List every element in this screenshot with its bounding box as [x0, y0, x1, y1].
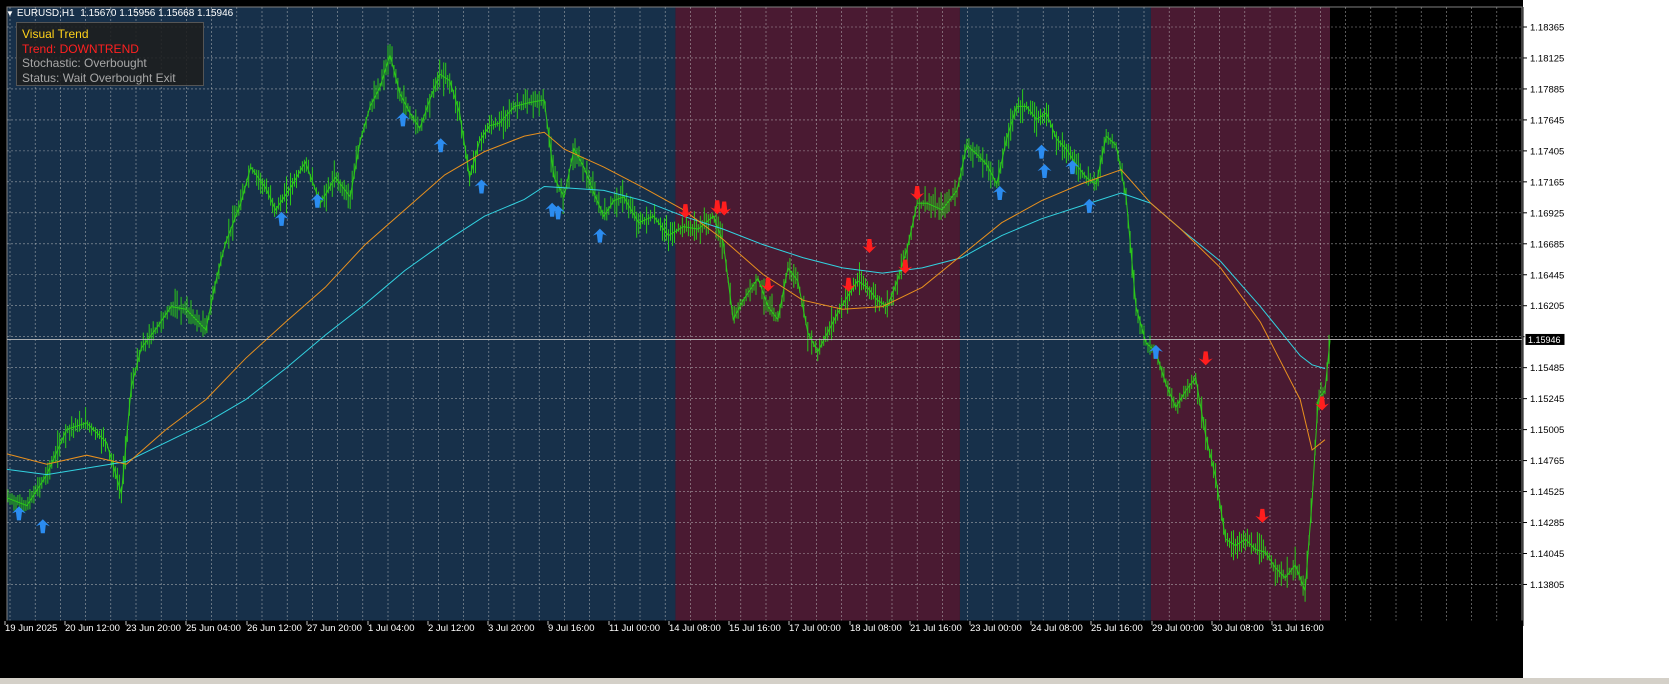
price-tick-label: 1.14045 — [1530, 549, 1564, 560]
price-tick-label: 1.15005 — [1530, 425, 1564, 436]
stochastic-status: Stochastic: Overbought — [22, 56, 147, 70]
time-tick-label: 24 Jul 08:00 — [1031, 623, 1083, 634]
window-bottom-strip — [0, 678, 1669, 684]
time-tick-label: 2 Jul 12:00 — [428, 623, 474, 634]
time-tick-label: 3 Jul 20:00 — [488, 623, 534, 634]
time-tick-label: 11 Jul 00:00 — [609, 623, 660, 634]
price-tick-label: 1.14765 — [1530, 456, 1564, 467]
price-tick-label: 1.17405 — [1530, 146, 1564, 157]
price-tick-label: 1.14285 — [1530, 518, 1564, 529]
time-tick-label: 30 Jul 08:00 — [1212, 623, 1264, 634]
price-tick-label: 1.17645 — [1530, 115, 1564, 126]
time-tick-label: 27 Jun 20:00 — [307, 623, 362, 634]
current-price-label: 1.15946 — [1528, 335, 1561, 345]
price-tick-label: 1.16205 — [1530, 301, 1564, 312]
time-tick-label: 31 Jul 16:00 — [1272, 623, 1324, 634]
ohlc-readout: 1.15670 1.15956 1.15668 1.15946 — [80, 8, 234, 19]
chart-window[interactable]: 1.18365 1.18125 1.17885 1.17645 1.17405 1.171… — [0, 0, 1669, 684]
trend-status: Trend: DOWNTREND — [22, 41, 139, 56]
time-tick-label: 21 Jul 16:00 — [910, 623, 962, 634]
price-tick-label: 1.16445 — [1530, 270, 1564, 281]
time-tick-label: 15 Jul 16:00 — [729, 623, 781, 634]
price-tick-label: 1.18125 — [1530, 53, 1564, 64]
price-axis: 1.18365 1.18125 1.17885 1.17645 1.17405 1.171… — [1522, 0, 1669, 678]
time-tick-label: 26 Jun 12:00 — [247, 623, 302, 634]
price-tick-label: 1.15245 — [1530, 394, 1564, 405]
price-tick-label: 1.16685 — [1530, 239, 1564, 250]
trend-zone-up — [7, 7, 676, 621]
panel-title: Visual Trend — [22, 27, 89, 41]
time-tick-label: 23 Jun 20:00 — [126, 623, 181, 634]
price-tick-label: 1.13805 — [1530, 580, 1564, 591]
time-tick-label: 1 Jul 04:00 — [368, 623, 414, 634]
time-tick-label: 25 Jun 04:00 — [186, 623, 241, 634]
trend-zone-up — [959, 7, 1151, 621]
price-tick-label: 1.17885 — [1530, 84, 1564, 95]
time-tick-label: 14 Jul 08:00 — [669, 623, 721, 634]
price-tick-label: 1.16925 — [1530, 208, 1564, 219]
time-tick-label: 23 Jul 00:00 — [970, 623, 1022, 634]
symbol-header: ▼ EURUSD,H1 1.15670 1.15956 1.15668 1.159… — [6, 8, 233, 19]
time-tick-label: 17 Jul 00:00 — [789, 623, 841, 634]
visual-trend-panel: Visual Trend Trend: DOWNTREND Stochastic… — [16, 22, 204, 86]
signal-status: Status: Wait Overbought Exit — [22, 70, 176, 85]
time-tick-label: 18 Jul 08:00 — [850, 623, 902, 634]
collapse-triangle-icon[interactable]: ▼ — [6, 9, 14, 18]
price-tick-label: 1.17165 — [1530, 177, 1564, 188]
time-tick-label: 19 Jun 2025 — [5, 623, 57, 634]
price-tick-label: 1.15485 — [1530, 363, 1564, 374]
symbol-label: EURUSD,H1 — [16, 8, 75, 19]
time-axis: 19 Jun 2025 20 Jun 12:00 23 Jun 20:00 25 Ju… — [0, 620, 1523, 678]
time-tick-label: 20 Jun 12:00 — [65, 623, 120, 634]
price-tick-label: 1.18365 — [1530, 23, 1564, 34]
trend-zones-layer — [0, 0, 1669, 684]
price-chart[interactable]: 1.18365 1.18125 1.17885 1.17645 1.17405 1.171… — [0, 0, 1669, 684]
time-tick-label: 25 Jul 16:00 — [1091, 623, 1143, 634]
trend-zone-down — [1150, 7, 1330, 621]
price-tick-label: 1.14525 — [1530, 487, 1564, 498]
time-tick-label: 9 Jul 16:00 — [548, 623, 594, 634]
time-tick-label: 29 Jul 00:00 — [1152, 623, 1204, 634]
